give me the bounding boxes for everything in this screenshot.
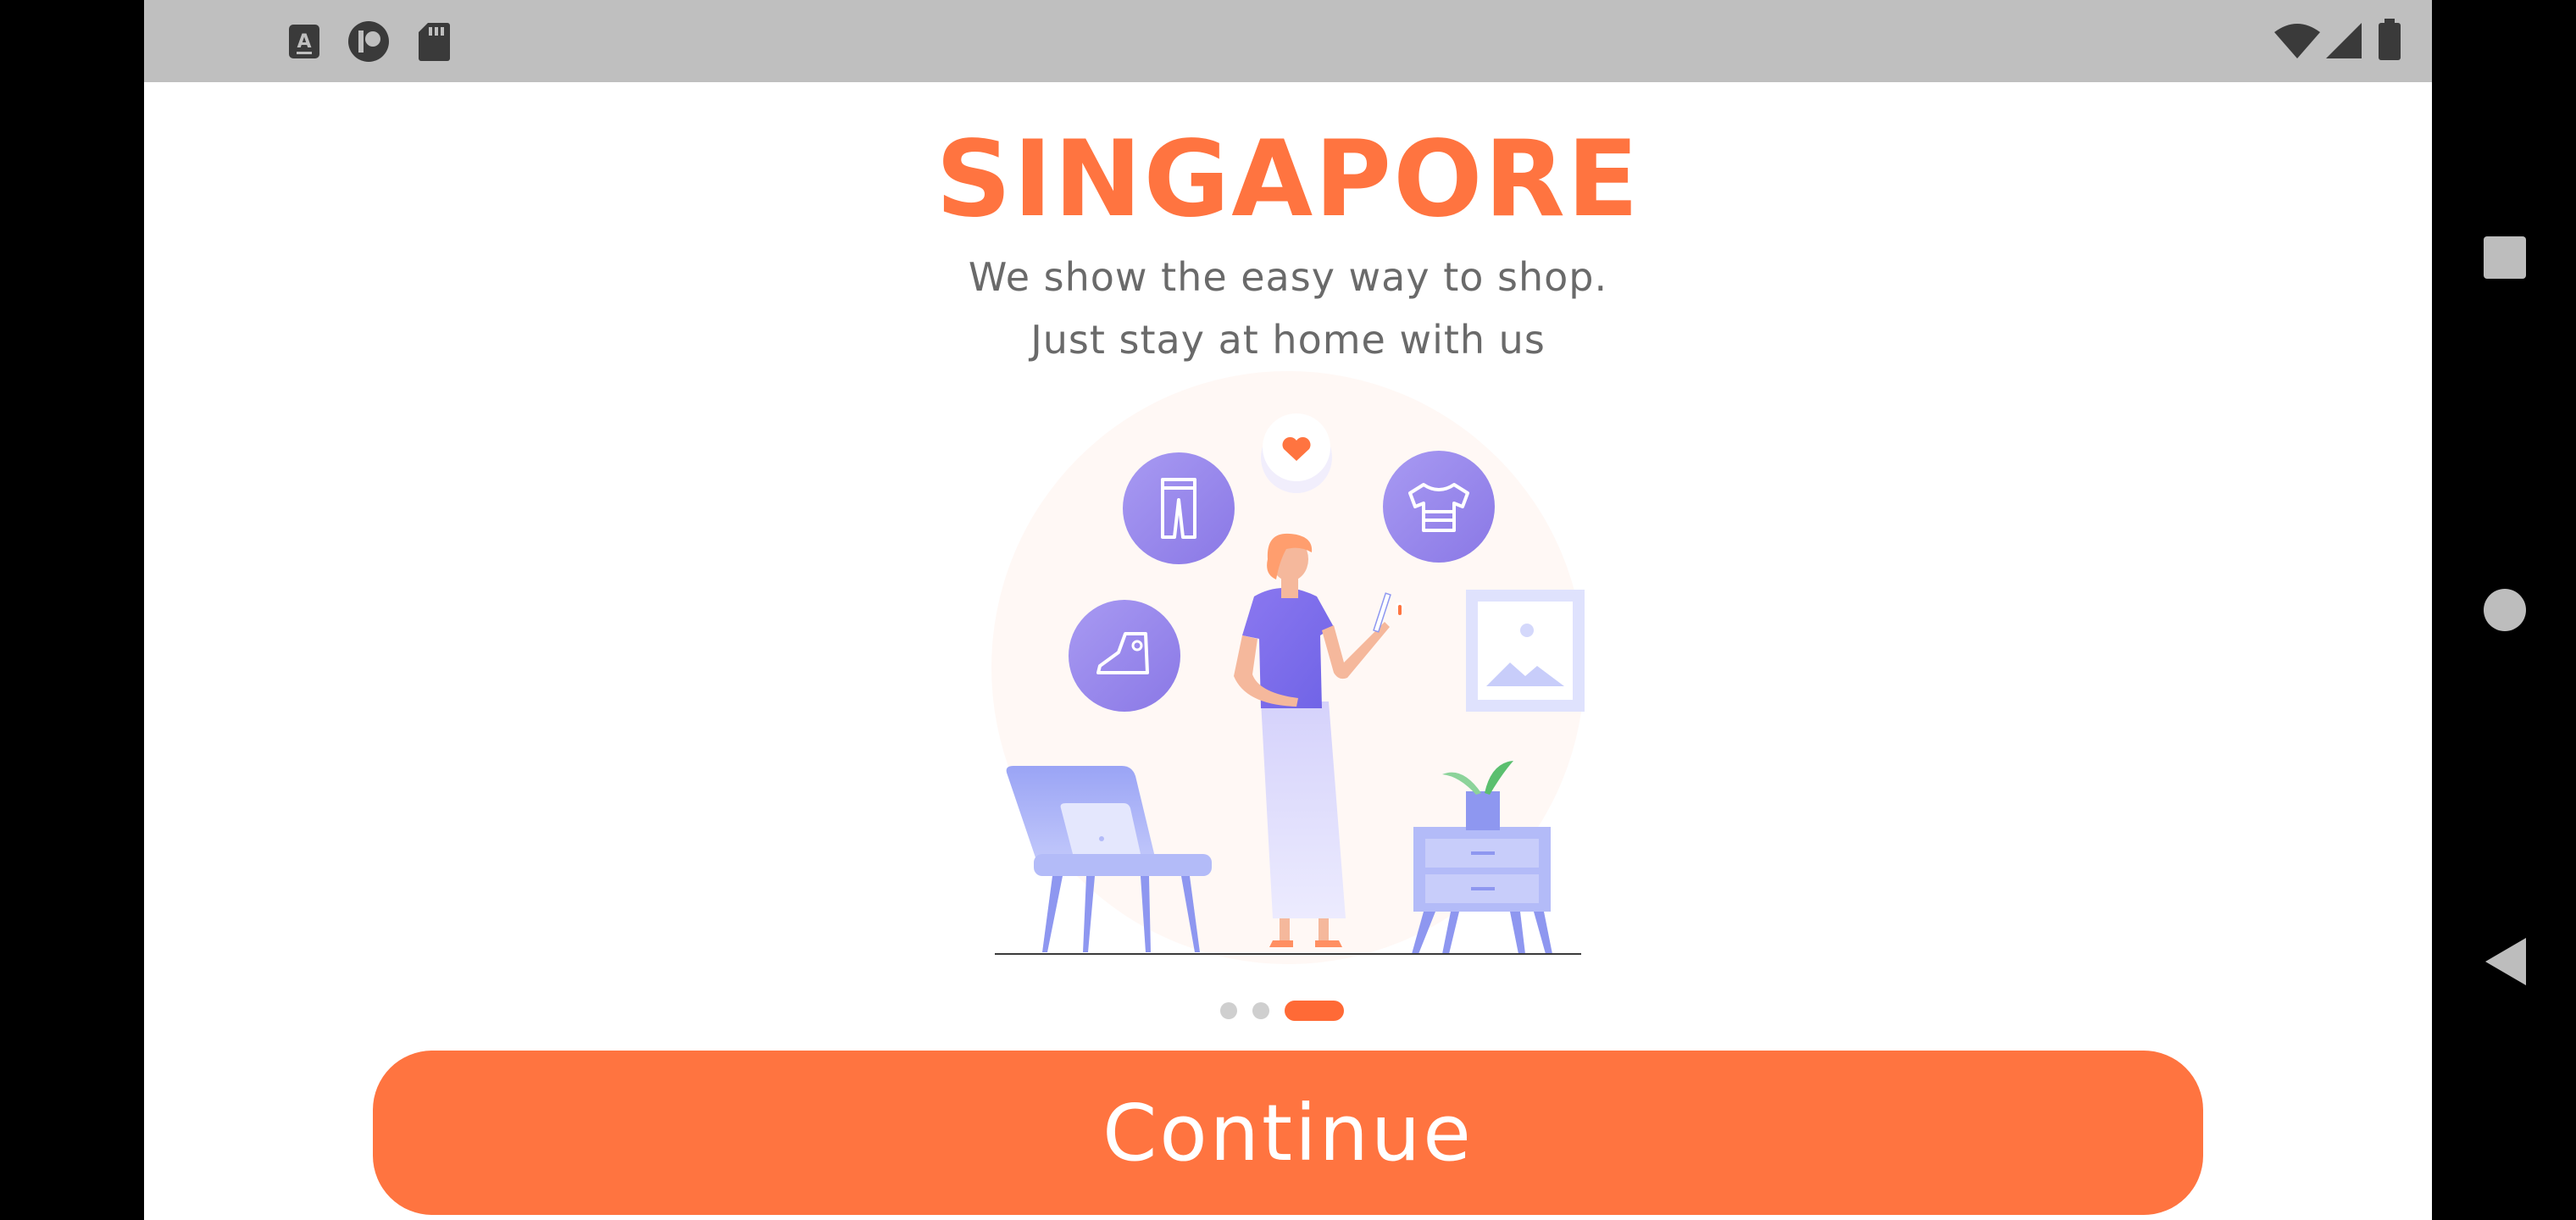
- svg-text:A: A: [297, 31, 311, 53]
- subtitle-line-2: Just stay at home with us: [1030, 317, 1546, 363]
- subtitle-line-1: We show the easy way to shop.: [968, 254, 1608, 300]
- shopping-illustration: [991, 371, 1585, 964]
- page-title: SINGAPORE: [935, 119, 1641, 241]
- pants-icon: [1123, 452, 1235, 564]
- text-a-icon: A: [289, 25, 319, 58]
- page-dot-1[interactable]: [1220, 1002, 1237, 1019]
- wifi-icon: [2274, 24, 2320, 58]
- navigation-bar: [2432, 0, 2576, 1220]
- picture-frame-icon: [1466, 590, 1585, 712]
- recents-square-icon[interactable]: [2483, 236, 2527, 280]
- home-circle-icon[interactable]: [2483, 588, 2527, 632]
- continue-button[interactable]: Continue: [373, 1051, 2203, 1215]
- record-icon: [348, 21, 389, 62]
- signal-icon: [2326, 23, 2362, 58]
- shirt-icon: [1383, 451, 1495, 563]
- status-bar: A: [144, 0, 2432, 82]
- page-dot-3-active[interactable]: [1285, 1001, 1344, 1021]
- app-screen: A SINGAPORE We show the easy way to shop…: [144, 0, 2432, 1220]
- page-indicator: [144, 1000, 2432, 1022]
- back-triangle-icon[interactable]: [2484, 937, 2527, 986]
- sd-card-icon: [419, 23, 450, 61]
- page-dot-2[interactable]: [1252, 1002, 1269, 1019]
- battery-icon: [2379, 19, 2401, 60]
- heart-icon: [1261, 413, 1332, 493]
- sneaker-icon: [1069, 600, 1180, 712]
